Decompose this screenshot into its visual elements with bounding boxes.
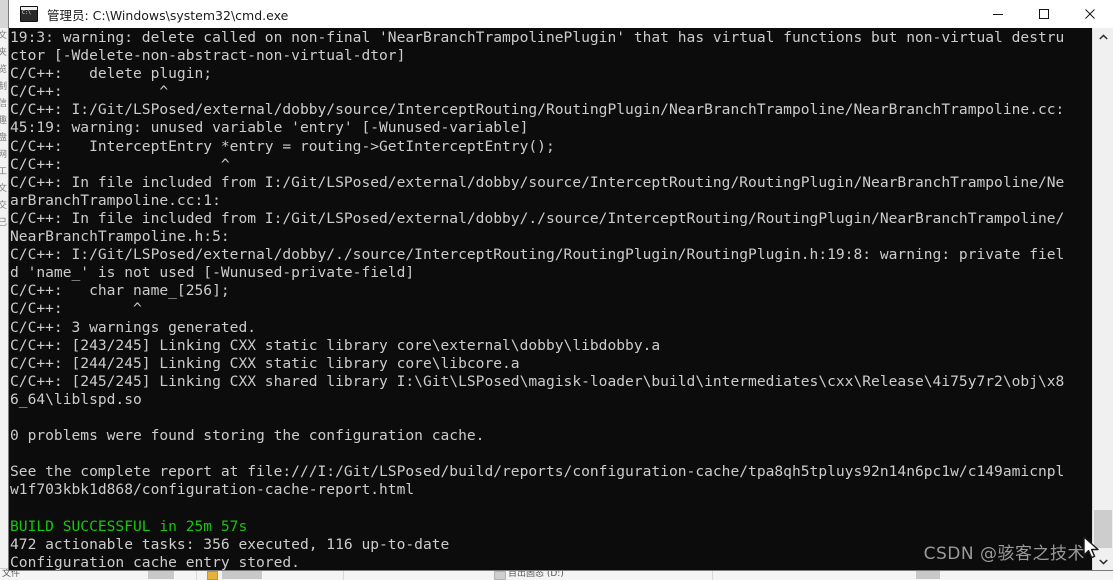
console-line: 472 actionable tasks: 356 executed, 116 … — [10, 535, 450, 553]
console-line: C/C++: In file included from I:/Git/LSPo… — [10, 209, 1065, 227]
console-line: BUILD SUCCESSFUL in 25m 57s — [10, 517, 248, 535]
console-line: C/C++: InterceptEntry *entry = routing->… — [10, 137, 555, 155]
background-divider — [712, 569, 713, 580]
console-line: 6_64\liblspd.so — [10, 390, 142, 408]
console-line: C/C++: ^ — [10, 155, 230, 173]
console-scrollbar[interactable] — [1092, 28, 1113, 570]
console-line: C/C++: [244/245] Linking CXX static libr… — [10, 354, 520, 372]
console-output-area[interactable]: 19:3: warning: delete called on non-fina… — [9, 28, 1113, 570]
console-line: d 'name_' is not used [-Wunused-private-… — [10, 264, 415, 282]
console-line: C/C++: I:/Git/LSPosed/external/dobby/sou… — [10, 101, 1065, 119]
minimize-icon — [993, 14, 1003, 15]
cmd-console-window: 管理员: C:\Windows\system32\cmd.exe 19: — [9, 0, 1113, 570]
console-line: C/C++: [243/245] Linking CXX static libr… — [10, 336, 661, 354]
background-item-label: 百出固态 (D:) — [508, 569, 564, 579]
console-line: C/C++: [245/245] Linking CXX shared libr… — [10, 372, 1065, 390]
background-chip — [148, 570, 174, 579]
console-line: arBranchTrampoline.cc:1: — [10, 191, 221, 209]
close-icon — [1085, 9, 1095, 19]
console-line: 19:3: warning: delete called on non-fina… — [10, 29, 1065, 46]
title-bar[interactable]: 管理员: C:\Windows\system32\cmd.exe — [9, 0, 1113, 29]
maximize-button[interactable] — [1021, 0, 1067, 28]
console-text: 19:3: warning: delete called on non-fina… — [10, 29, 1092, 570]
background-divider — [196, 569, 197, 580]
console-line: C/C++: 3 warnings generated. — [10, 318, 257, 336]
background-item-label: 文件 — [2, 569, 21, 579]
console-line: C/C++: char name_[256]; — [10, 282, 230, 300]
console-line: NearBranchTrampoline.h:5: — [10, 228, 230, 246]
console-line: C/C++: ^ — [10, 300, 142, 318]
scrollbar-thumb[interactable] — [1094, 510, 1112, 548]
console-line: 0 problems were found storing the config… — [10, 427, 485, 445]
scroll-down-icon — [1098, 558, 1108, 565]
console-line: See the complete report at file:///I:/Gi… — [10, 463, 1065, 481]
window-controls — [975, 0, 1113, 28]
console-line: C/C++: delete plugin; — [10, 65, 213, 83]
console-line: 45:19: warning: unused variable 'entry' … — [10, 119, 529, 137]
console-line: C/C++: In file included from I:/Git/LSPo… — [10, 173, 1065, 191]
maximize-icon — [1039, 9, 1049, 19]
console-line: Configuration cache entry stored. — [10, 553, 300, 570]
scroll-down-button[interactable] — [1093, 552, 1113, 570]
console-line: C/C++: ^ — [10, 83, 169, 101]
scroll-up-button[interactable] — [1093, 28, 1113, 46]
background-chip — [222, 570, 262, 579]
window-title: 管理员: C:\Windows\system32\cmd.exe — [47, 7, 289, 23]
cmd-icon — [20, 6, 38, 22]
minimize-button[interactable] — [975, 0, 1021, 28]
background-chip — [916, 570, 940, 579]
console-line: C/C++: I:/Git/LSPosed/external/dobby/./s… — [10, 246, 1065, 264]
console-line: w1f703kbk1d868/configuration-cache-repor… — [10, 481, 415, 499]
console-line: ctor [-Wdelete-non-abstract-non-virtual-… — [10, 47, 406, 65]
background-divider — [343, 569, 344, 580]
scroll-up-icon — [1098, 33, 1108, 40]
close-button[interactable] — [1067, 0, 1113, 28]
